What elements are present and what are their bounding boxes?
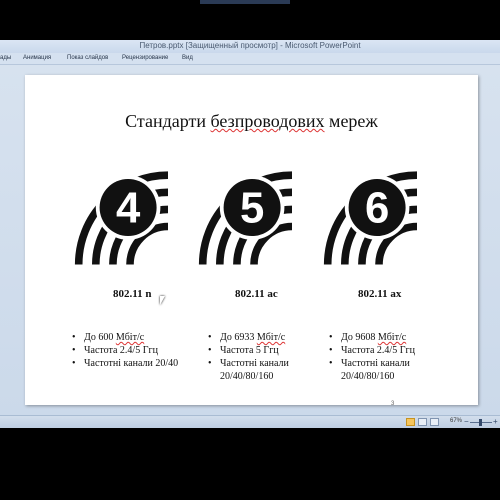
wifi-5-icon: 5 — [197, 167, 292, 267]
spec-item: Частота 5 Ггц — [206, 344, 331, 357]
tab-view[interactable]: Вид — [182, 55, 193, 61]
spec-list: До 600 Мбіт/с Частота 2.4/5 Ггц Частотні… — [70, 331, 210, 370]
zoom-in-button[interactable]: + — [493, 417, 498, 426]
spec-item: Частота 2.4/5 Ггц — [70, 344, 210, 357]
standard-label: 802.11 n — [113, 288, 152, 300]
wifi-4-icon: 4 — [73, 167, 168, 267]
spec-item: До 6933 Мбіт/с — [206, 331, 331, 344]
window-title: Петров.pptx [Защищенный просмотр] - Micr… — [139, 41, 361, 50]
normal-view-button[interactable] — [406, 418, 415, 426]
wifi-icon-digit: 4 — [116, 184, 141, 233]
wifi-icon-digit: 5 — [240, 184, 264, 233]
slide-title: Стандарти безпроводових мереж — [25, 111, 478, 132]
spec-item: До 600 Мбіт/с — [70, 331, 210, 344]
screen-bottom-bar — [0, 428, 500, 500]
zoom-level[interactable]: 67% — [450, 418, 462, 424]
spec-item: Частотні канали 20/40/80/160 — [327, 357, 422, 383]
screen-top-bar — [0, 0, 500, 40]
spec-item: Частота 2.4/5 Ггц — [327, 344, 457, 357]
mouse-cursor — [160, 296, 168, 305]
spec-item: Частотні канали 20/40/80/160 — [206, 357, 296, 383]
title-bar: Петров.pptx [Защищенный просмотр] - Micr… — [0, 40, 500, 53]
wifi-icon-digit: 6 — [365, 184, 389, 233]
zoom-out-button[interactable]: − — [464, 417, 469, 426]
tab-review[interactable]: Рецензирование — [122, 55, 168, 61]
slide-title-part: Стандарти — [125, 111, 211, 131]
tab-design[interactable]: ады — [0, 55, 11, 61]
slide-title-underlined: безпроводових — [210, 111, 325, 131]
ribbon-tabs: ады Анимация Показ слайдов Рецензировани… — [0, 53, 500, 65]
wifi-6-icon: 6 — [322, 167, 417, 267]
powerpoint-window: Петров.pptx [Защищенный просмотр] - Micr… — [0, 40, 500, 428]
taskbar-strip — [200, 0, 290, 4]
tab-animation[interactable]: Анимация — [23, 55, 51, 61]
spec-item: До 9608 Мбіт/с — [327, 331, 457, 344]
slide[interactable]: Стандарти безпроводових мереж 4 802.11 n… — [25, 75, 478, 407]
slide-number: 3 — [391, 401, 395, 407]
spec-item: Частотні канали 20/40 — [70, 357, 210, 370]
spec-list: До 9608 Мбіт/с Частота 2.4/5 Ггц Частотн… — [327, 331, 457, 383]
standard-label: 802.11 ac — [235, 288, 278, 300]
status-bar: 67% − + — [0, 415, 500, 428]
reading-view-button[interactable] — [430, 418, 439, 426]
spec-list: До 6933 Мбіт/с Частота 5 Ггц Частотні ка… — [206, 331, 331, 383]
slide-sorter-button[interactable] — [418, 418, 427, 426]
standard-label: 802.11 ax — [358, 288, 402, 300]
zoom-slider-thumb[interactable] — [479, 419, 482, 426]
slide-title-part: мереж — [324, 111, 378, 131]
tab-slide-show[interactable]: Показ слайдов — [67, 55, 108, 61]
